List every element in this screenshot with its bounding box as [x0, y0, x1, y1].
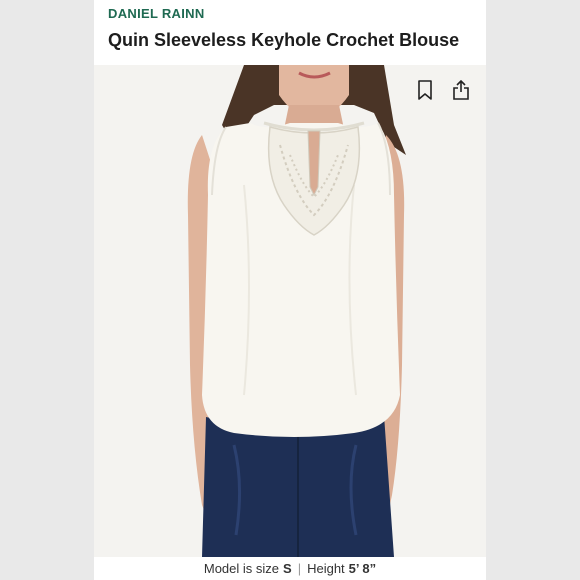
height-label: Height	[307, 561, 345, 576]
height-value: 5’ 8”	[348, 561, 377, 576]
product-header: DANIEL RAINN Quin Sleeveless Keyhole Cro…	[94, 0, 486, 65]
product-title: Quin Sleeveless Keyhole Crochet Blouse	[108, 30, 460, 50]
product-card: DANIEL RAINN Quin Sleeveless Keyhole Cro…	[94, 0, 486, 580]
brand-name[interactable]: DANIEL RAINN	[108, 6, 205, 21]
product-actions	[414, 79, 472, 101]
caption-separator: |	[297, 561, 302, 576]
size-label: Model is size	[203, 561, 280, 576]
share-icon[interactable]	[450, 79, 472, 101]
model-size-caption: Model is size S | Height 5’ 8”	[94, 557, 486, 580]
bookmark-icon[interactable]	[414, 79, 436, 101]
model-illustration	[94, 65, 486, 557]
product-photo[interactable]	[94, 65, 486, 557]
size-value: S	[283, 561, 292, 576]
